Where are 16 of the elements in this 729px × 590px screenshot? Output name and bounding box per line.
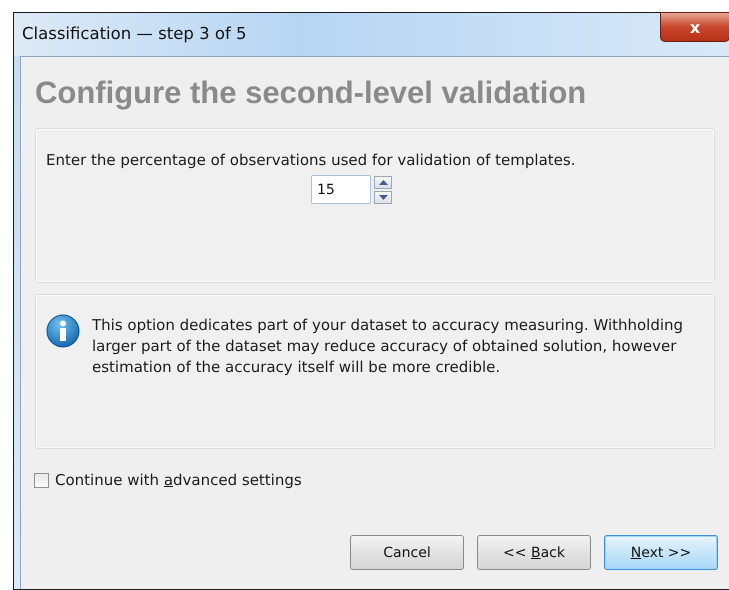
window-title: Classification — step 3 of 5 <box>22 24 246 43</box>
percentage-field[interactable]: 15 <box>311 175 371 204</box>
spin-up-button[interactable] <box>374 176 392 189</box>
checkbox[interactable] <box>34 472 49 488</box>
info-icon <box>46 314 80 348</box>
dialog-button[interactable]: Cancel <box>350 535 464 570</box>
checkbox-label[interactable]: Continue with advanced settings <box>55 471 302 489</box>
up-arrow-icon <box>378 180 388 185</box>
dialog-button[interactable]: << Back <box>477 535 591 570</box>
close-button[interactable]: x <box>660 12 729 42</box>
spin-down-button[interactable] <box>374 191 392 204</box>
info-text: This option dedicates part of your dataset to accuracy measuring. Withholding larger part of the dataset may reduce accuracy of obtained solution, however estimation of the accuracy itself will be more credible. <box>92 315 684 378</box>
page-heading: Configure the second-level validation <box>35 75 588 112</box>
down-arrow-icon <box>378 195 388 200</box>
dialog-button[interactable]: Next >> <box>604 535 718 570</box>
prompt-text: Enter the percentage of observations used for validation of templates. <box>46 151 576 169</box>
